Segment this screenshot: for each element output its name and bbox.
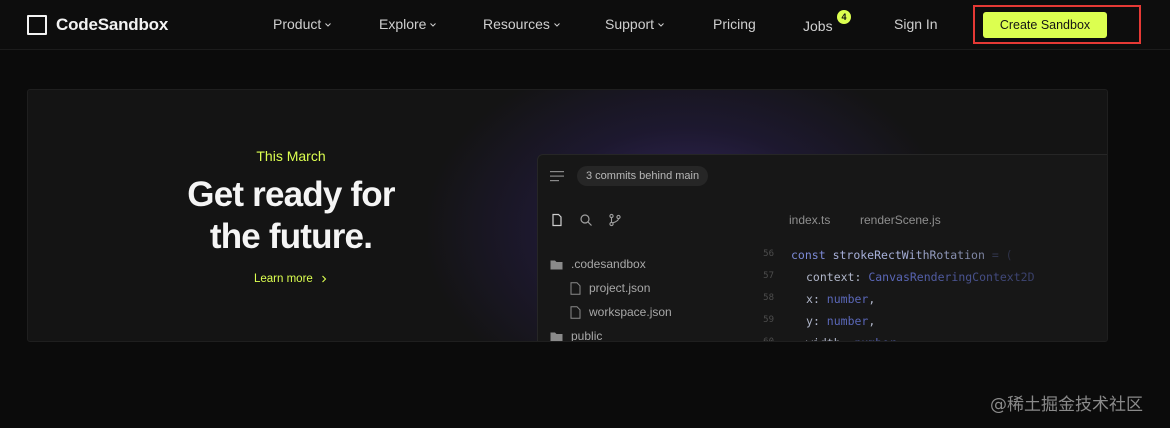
folder-icon (550, 332, 563, 341)
chevron-down-icon (658, 22, 664, 27)
code-line: x: number, (806, 292, 876, 306)
square-outline-icon (27, 15, 47, 35)
nav-item-explore[interactable]: Explore (379, 16, 437, 32)
code-param: y (806, 314, 813, 328)
code-param: context (806, 270, 855, 284)
nav-item-resources[interactable]: Resources (483, 16, 561, 32)
tree-file-workspace-json: workspace.json (570, 305, 672, 319)
code-fade-overlay (898, 245, 1107, 341)
top-nav: CodeSandbox Product Explore Resources Su… (0, 0, 1170, 50)
file-icon (570, 281, 581, 295)
code-line: y: number, (806, 314, 876, 328)
nav-item-label: Pricing (713, 16, 756, 32)
nav-item-jobs[interactable]: Jobs (803, 18, 833, 34)
nav-item-sign-in[interactable]: Sign In (894, 16, 938, 32)
editor-preview: 3 commits behind main index.ts renderSce… (537, 154, 1107, 342)
line-number: 59 (763, 315, 774, 325)
code-type: number (826, 314, 869, 328)
code-param: x (806, 292, 813, 306)
nav-item-label: Resources (483, 16, 550, 32)
code-keyword: const (791, 248, 826, 262)
chevron-right-icon (321, 275, 327, 283)
nav-item-label: Sign In (894, 16, 938, 32)
chevron-down-icon (325, 22, 332, 27)
brand-name: CodeSandbox (56, 15, 169, 34)
nav-item-support[interactable]: Support (605, 16, 665, 32)
chevron-down-icon (554, 22, 560, 27)
learn-more-link[interactable]: Learn more (254, 273, 327, 285)
tree-item-label: project.json (589, 281, 651, 295)
branch-status-pill: 3 commits behind main (577, 166, 709, 186)
hero-headline-line-1: Get ready for (187, 175, 395, 214)
tree-folder-public: public (550, 329, 603, 342)
nav-item-label: Product (273, 16, 322, 32)
line-number: 56 (763, 249, 774, 259)
git-branch-icon (609, 213, 621, 227)
hero-headline: Get ready for the future. (28, 174, 554, 258)
nav-item-label: Jobs (803, 18, 833, 34)
create-sandbox-button[interactable]: Create Sandbox (983, 12, 1107, 38)
nav-item-label: Explore (379, 16, 427, 32)
file-icon (552, 213, 562, 227)
line-number: 58 (763, 293, 774, 303)
learn-more-label: Learn more (254, 273, 313, 285)
tab-index-ts: index.ts (789, 213, 831, 227)
tree-item-label: public (571, 329, 603, 342)
hero-eyebrow: This March (256, 148, 326, 164)
line-number: 57 (763, 271, 774, 281)
code-type: number (854, 336, 896, 341)
jobs-count-badge: 4 (837, 10, 851, 24)
hero-banner[interactable]: This March Get ready for the future. Lea… (27, 89, 1108, 342)
search-icon (580, 214, 592, 226)
chevron-down-icon (430, 22, 437, 27)
menu-icon (550, 171, 564, 182)
tab-render-scene: renderScene.js (860, 213, 941, 227)
hero-headline-line-2: the future. (209, 217, 373, 256)
nav-item-product[interactable]: Product (273, 16, 332, 32)
line-number: 60 (763, 337, 774, 342)
nav-item-pricing[interactable]: Pricing (713, 16, 756, 32)
watermark-text: @稀土掘金技术社区 (990, 395, 1143, 415)
tree-folder-codesandbox: .codesandbox (550, 257, 646, 271)
file-icon (570, 305, 581, 319)
code-type: number (826, 292, 869, 306)
code-param: width (806, 336, 841, 341)
brand-link[interactable]: CodeSandbox (27, 14, 168, 36)
tree-file-project-json: project.json (570, 281, 650, 295)
nav-item-label: Support (605, 16, 655, 32)
code-line: width: number (806, 336, 896, 341)
tree-item-label: .codesandbox (571, 257, 646, 271)
tree-item-label: workspace.json (589, 305, 672, 319)
folder-icon (550, 260, 563, 269)
